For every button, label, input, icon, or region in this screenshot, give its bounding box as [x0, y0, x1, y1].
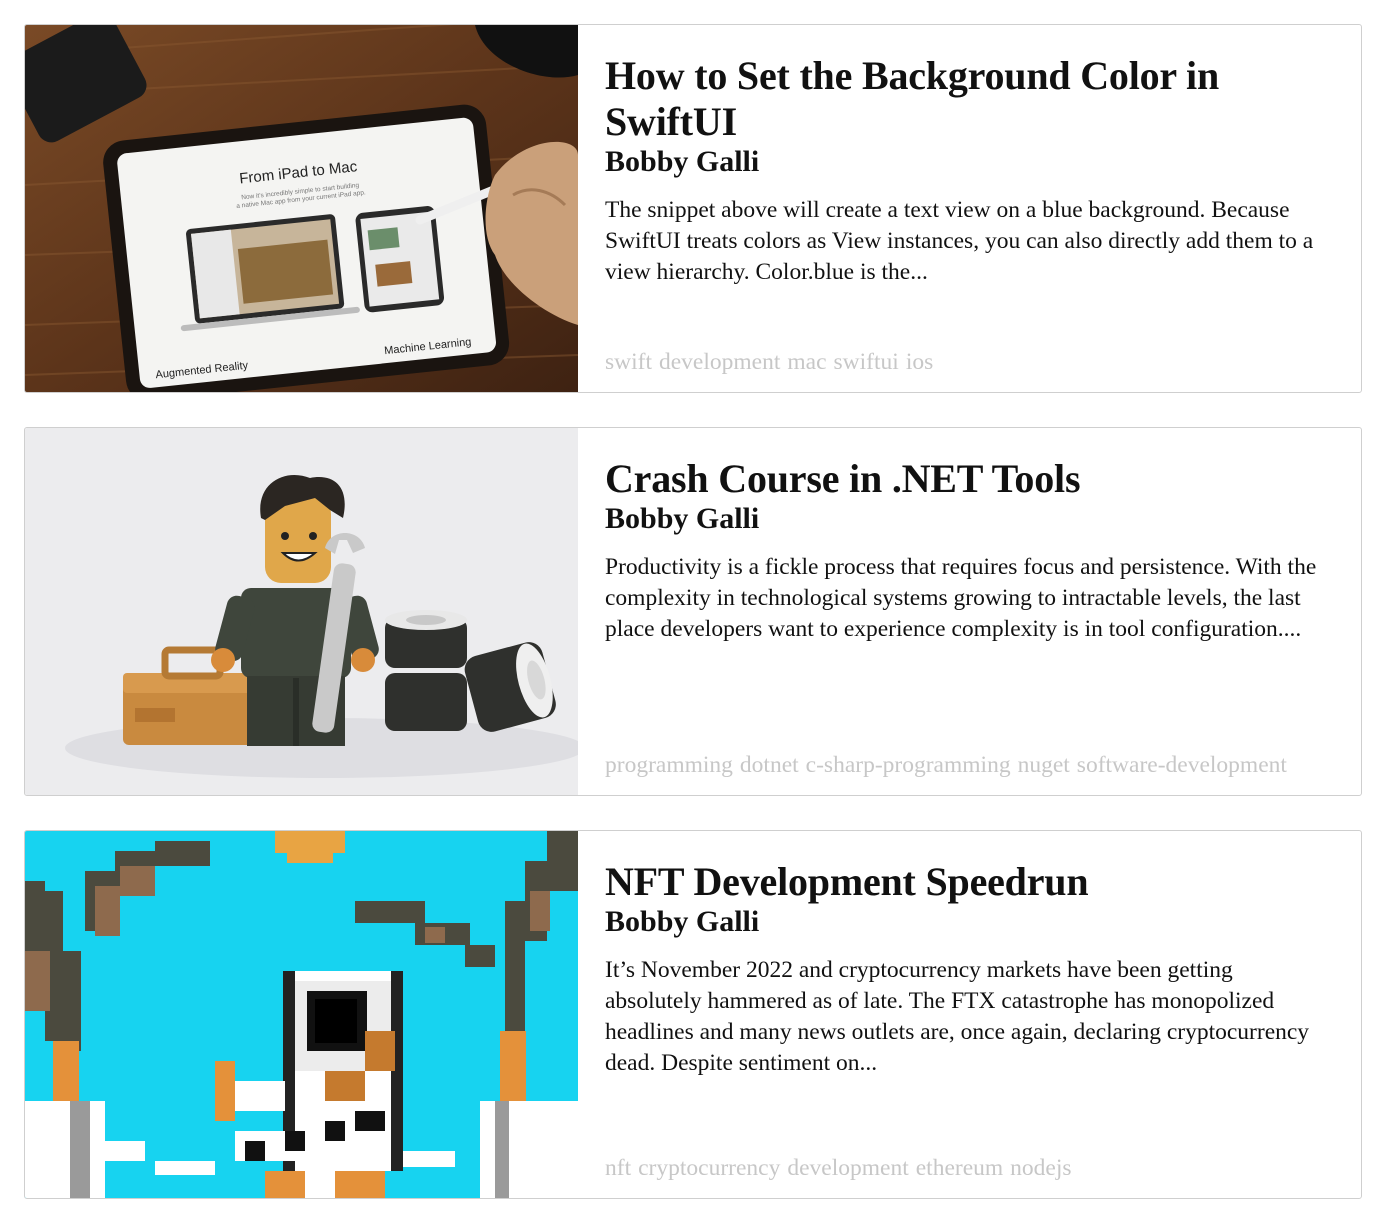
article-card[interactable]: From iPad to Mac Now it’s incredibly sim…	[24, 24, 1362, 393]
article-excerpt: Productivity is a fickle process that re…	[605, 554, 1317, 642]
tag[interactable]: mac	[787, 349, 826, 375]
tag[interactable]: swift	[605, 349, 652, 375]
article-tags: swift development mac swiftui ios	[605, 347, 1301, 378]
pixel-art-astronaut-image[interactable]	[25, 831, 578, 1198]
tag[interactable]: nodejs	[1010, 1155, 1071, 1181]
tag[interactable]: nuget	[1018, 752, 1070, 778]
article-card[interactable]: Crash Course in .NET Tools Bobby Galli P…	[24, 427, 1362, 796]
article-card[interactable]: NFT Development Speedrun Bobby Galli It’…	[24, 830, 1362, 1199]
tag[interactable]: software-development	[1077, 752, 1287, 778]
article-tags: nft cryptocurrency development ethereum node…	[605, 1153, 1301, 1184]
tag[interactable]: cryptocurrency	[638, 1155, 780, 1181]
article-author: Bobby Galli	[605, 905, 760, 938]
tag[interactable]: ethereum	[916, 1155, 1003, 1181]
tag[interactable]: programming	[605, 752, 733, 778]
article-title[interactable]: NFT Development Speedrun	[605, 859, 1335, 905]
lego-mechanic-image[interactable]	[25, 428, 578, 795]
tag[interactable]: ios	[906, 349, 933, 375]
article-excerpt: The snippet above will create a text vie…	[605, 197, 1314, 285]
tag[interactable]: c-sharp-programming	[806, 752, 1011, 778]
tag[interactable]: swiftui	[834, 349, 899, 375]
article-content: How to Set the Background Color in Swift…	[578, 25, 1361, 392]
tag[interactable]: dotnet	[740, 752, 799, 778]
article-author: Bobby Galli	[605, 502, 760, 535]
article-title[interactable]: How to Set the Background Color in Swift…	[605, 53, 1335, 145]
article-content: Crash Course in .NET Tools Bobby Galli P…	[578, 428, 1361, 795]
article-author: Bobby Galli	[605, 145, 760, 178]
article-tags: programming dotnet c-sharp-programming nuge…	[605, 750, 1301, 781]
article-content: NFT Development Speedrun Bobby Galli It’…	[578, 831, 1361, 1198]
article-title[interactable]: Crash Course in .NET Tools	[605, 456, 1335, 502]
ipad-on-desk-image[interactable]: From iPad to Mac Now it’s incredibly sim…	[25, 25, 578, 392]
tag[interactable]: development	[659, 349, 780, 375]
tag[interactable]: development	[787, 1155, 908, 1181]
tag[interactable]: nft	[605, 1155, 631, 1181]
article-excerpt: It’s November 2022 and cryptocurrency ma…	[605, 957, 1310, 1076]
